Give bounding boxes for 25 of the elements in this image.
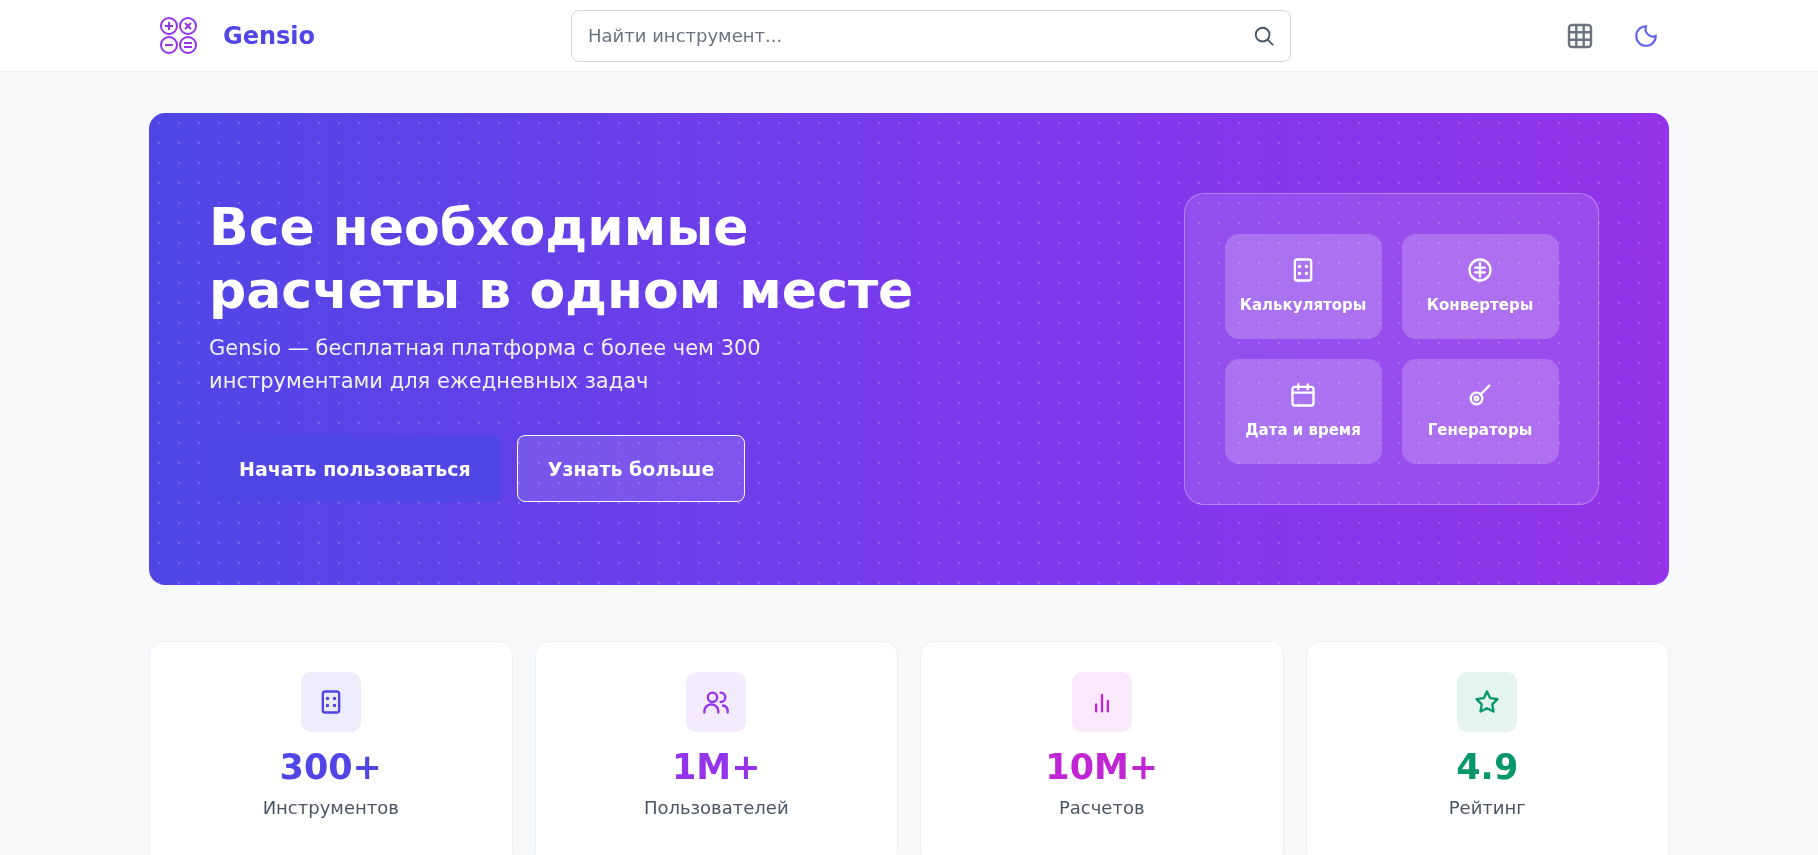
- star-icon: [1473, 688, 1502, 716]
- stat-label: Пользователей: [643, 796, 789, 820]
- stat-label: Инструментов: [262, 796, 399, 820]
- stat-label: Расчетов: [1058, 796, 1145, 820]
- search-icon[interactable]: [1253, 24, 1275, 47]
- learn-more-button[interactable]: Узнать больше: [516, 435, 746, 503]
- grid-icon[interactable]: [1567, 22, 1593, 49]
- logo-text[interactable]: Gensio: [223, 17, 316, 54]
- stat-value: 10M+: [1045, 746, 1159, 788]
- search-field[interactable]: Найти инструмент...: [571, 9, 1291, 62]
- hero-subtitle: Gensio — бесплатная платформа с более чем 300 инструментами для ежедневных задач: [209, 335, 762, 395]
- dark-mode-icon[interactable]: [1633, 22, 1659, 49]
- stat-label: Рейтинг: [1448, 796, 1526, 820]
- category-tile[interactable]: Дата и время: [1224, 359, 1382, 464]
- logo-icon: [159, 15, 199, 56]
- start-button[interactable]: Начать пользоваться: [209, 435, 501, 503]
- stat-value: 300+: [279, 746, 382, 788]
- stat-value: 1M+: [672, 746, 761, 788]
- calendar-icon: [1289, 381, 1317, 410]
- category-tile[interactable]: Генераторы: [1401, 359, 1559, 464]
- stat-value: 4.9: [1456, 746, 1519, 788]
- category-tile[interactable]: Конвертеры: [1401, 234, 1559, 339]
- converter-icon: [1466, 256, 1494, 285]
- category-tile[interactable]: Калькуляторы: [1224, 234, 1382, 339]
- hero-title: Все необходимые расчеты в одном месте: [209, 195, 915, 322]
